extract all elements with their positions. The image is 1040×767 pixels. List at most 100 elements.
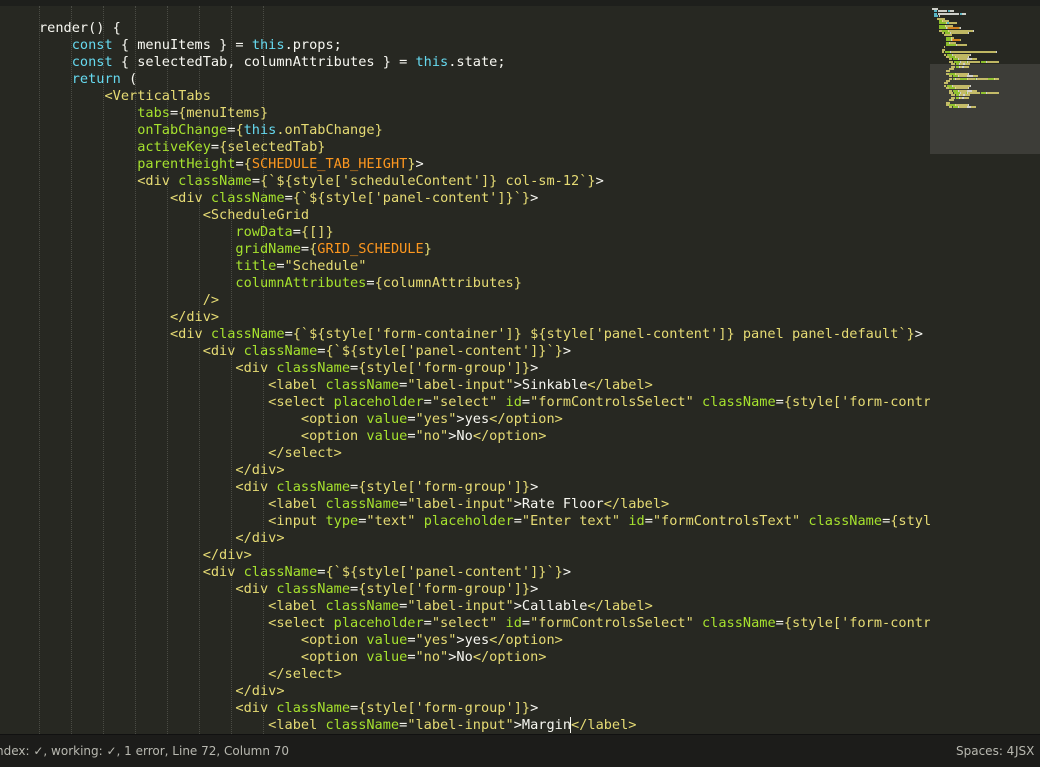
code-line[interactable]: <div className={`${style['panel-content'… — [39, 564, 930, 581]
code-token: = — [407, 428, 416, 444]
code-line[interactable]: <div className={style['form-group']}> — [39, 700, 930, 717]
minimap-mark — [946, 44, 956, 46]
code-token: className — [701, 615, 776, 631]
code-token: = — [644, 513, 653, 529]
code-token: > — [530, 190, 539, 206]
code-token: {[]} — [300, 224, 334, 240]
syntax-selector[interactable]: JSX — [1015, 744, 1034, 758]
code-line[interactable]: <label className="label-input">Callable<… — [39, 598, 930, 615]
code-line[interactable]: <input type="text" placeholder="Enter te… — [39, 513, 930, 530]
status-git-info: ndex: ✓, working: ✓, 1 error, Line 72, C… — [0, 744, 290, 758]
code-token: className — [325, 717, 400, 733]
minimap-mark — [960, 39, 962, 42]
code-token: = — [366, 275, 375, 291]
code-line[interactable]: <VerticalTabs — [39, 88, 930, 105]
minimap-mark — [963, 65, 970, 68]
code-token: >Callable — [513, 598, 588, 614]
code-token: {style['form-group']} — [358, 479, 531, 495]
code-line[interactable]: </div> — [39, 462, 930, 479]
code-lines[interactable]: render() { const { menuItems } = this.pr… — [39, 20, 930, 734]
minimap-mark — [972, 29, 974, 32]
code-token: {style['form-group']} — [358, 700, 531, 716]
minimap-mark — [956, 44, 968, 46]
code-line[interactable]: <option value="yes">yes</option> — [39, 632, 930, 649]
minimap-mark — [962, 12, 967, 15]
code-token: {`${style['form-container']} ${style['pa… — [292, 326, 915, 342]
code-line[interactable]: </div> — [39, 683, 930, 700]
code-line[interactable]: <div className={style['form-group']}> — [39, 581, 930, 598]
code-token: { selectedTab, columnAttributes } = — [112, 54, 416, 70]
code-token: >Margin — [513, 717, 572, 733]
code-line[interactable]: </select> — [39, 445, 930, 462]
code-token: className — [325, 598, 400, 614]
code-token: } — [407, 156, 416, 172]
code-line[interactable]: <label className="label-input">Margin</l… — [39, 717, 930, 734]
code-token: columnAttributes — [235, 275, 367, 291]
minimap-mark — [938, 12, 959, 15]
code-line[interactable]: <select placeholder="select" id="formCon… — [39, 615, 930, 632]
code-token: "formControlsText" — [652, 513, 801, 529]
code-token: {style['form-group']} — [358, 360, 531, 376]
code-token: { menuItems } = — [112, 37, 252, 53]
code-token: = — [284, 190, 293, 206]
minimap-mark — [970, 84, 972, 87]
code-line[interactable]: activeKey={selectedTab} — [39, 139, 930, 156]
minimap[interactable] — [930, 6, 1040, 734]
code-line[interactable]: <option value="yes">yes</option> — [39, 411, 930, 428]
code-line[interactable]: tabs={menuItems} — [39, 105, 930, 122]
code-token: </option> — [472, 649, 547, 665]
code-line[interactable]: render() { — [39, 20, 930, 37]
code-token: activeKey — [137, 139, 211, 155]
code-line[interactable]: </div> — [39, 547, 930, 564]
code-line[interactable]: </div> — [39, 309, 930, 326]
code-token: </option> — [472, 428, 547, 444]
code-line[interactable]: return ( — [39, 71, 930, 88]
code-line[interactable]: <div className={`${style['scheduleConten… — [39, 173, 930, 190]
code-line[interactable]: <div className={`${style['form-container… — [39, 326, 930, 343]
code-line[interactable]: const { selectedTab, columnAttributes } … — [39, 54, 930, 71]
code-editor[interactable]: render() { const { menuItems } = this.pr… — [0, 6, 930, 734]
minimap-mark — [996, 51, 998, 54]
indentation-selector[interactable]: Spaces: 4 — [956, 744, 1014, 758]
code-line[interactable]: /> — [39, 292, 930, 309]
code-line[interactable]: <option value="no">No</option> — [39, 428, 930, 445]
code-line[interactable]: <div className={style['form-group']}> — [39, 360, 930, 377]
code-token: {style['form-group']} — [358, 581, 531, 597]
code-line[interactable]: onTabChange={this.onTabChange} — [39, 122, 930, 139]
code-line[interactable]: <div className={`${style['panel-content'… — [39, 343, 930, 360]
code-line[interactable]: title="Schedule" — [39, 258, 930, 275]
code-line[interactable]: columnAttributes={columnAttributes} — [39, 275, 930, 292]
code-token: <ScheduleGrid — [202, 207, 310, 223]
code-line[interactable]: <select placeholder="select" id="formCon… — [39, 394, 930, 411]
code-line[interactable]: <div className={`${style['panel-content'… — [39, 190, 930, 207]
code-line[interactable]: <div className={style['form-group']}> — [39, 479, 930, 496]
code-token: /> — [202, 292, 220, 308]
code-token: className — [276, 581, 351, 597]
code-line[interactable]: <label className="label-input">Sinkable<… — [39, 377, 930, 394]
code-line[interactable]: parentHeight={SCHEDULE_TAB_HEIGHT}> — [39, 156, 930, 173]
code-line[interactable]: const { menuItems } = this.props; — [39, 37, 930, 54]
code-line[interactable]: <ScheduleGrid — [39, 207, 930, 224]
code-line[interactable]: </select> — [39, 666, 930, 683]
code-line[interactable]: </div> — [39, 530, 930, 547]
code-token: </option> — [489, 411, 563, 427]
code-line[interactable]: <label className="label-input">Rate Floo… — [39, 496, 930, 513]
code-token: "text" — [366, 513, 416, 529]
code-line[interactable]: rowData={[]} — [39, 224, 930, 241]
code-line[interactable]: gridName={GRID_SCHEDULE} — [39, 241, 930, 258]
code-line[interactable]: <option value="no">No</option> — [39, 649, 930, 666]
